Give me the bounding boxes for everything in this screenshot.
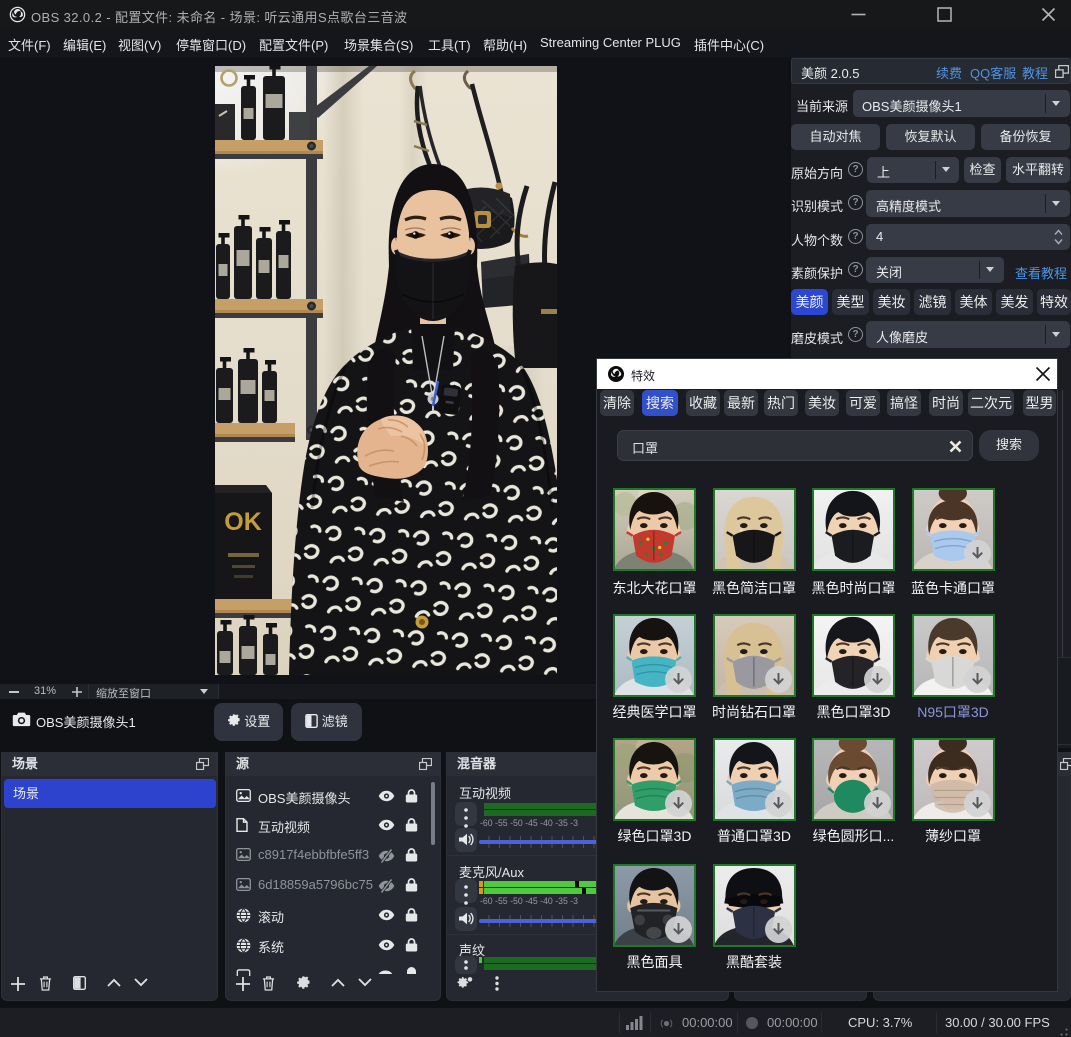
- svg-text:OK: OK: [224, 508, 262, 536]
